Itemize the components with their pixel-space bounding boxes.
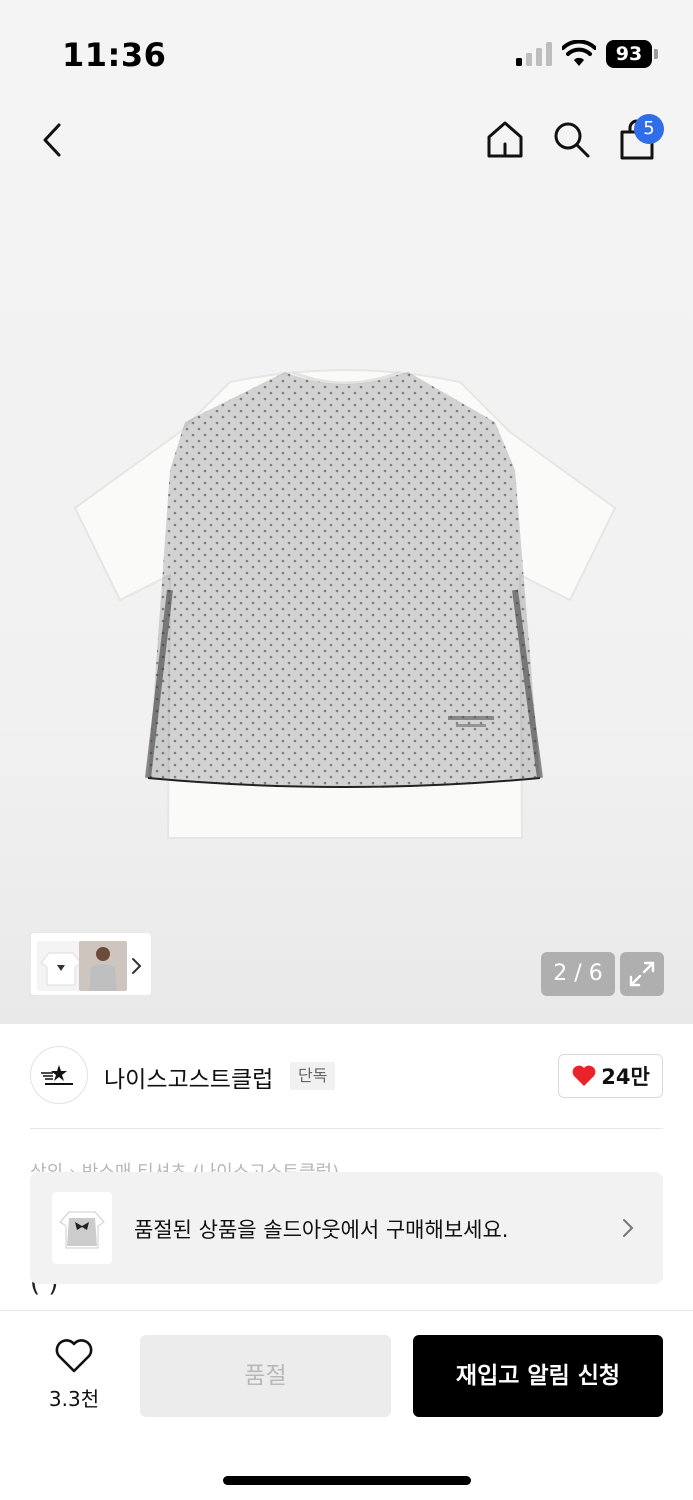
home-icon xyxy=(487,121,523,158)
wishlist-count: 3.3천 xyxy=(48,1387,100,1411)
heart-filled-icon xyxy=(572,1065,596,1086)
cart-count-badge: 5 xyxy=(634,114,664,144)
search-icon xyxy=(554,122,590,158)
brand-like-button[interactable]: 24만 xyxy=(558,1054,663,1098)
fullscreen-button[interactable] xyxy=(620,952,664,996)
brand-row[interactable]: 나이스고스트클럽 단독 24만 xyxy=(0,1024,693,1128)
thumbnail-1[interactable] xyxy=(37,941,85,991)
soldout-button: 품절 xyxy=(140,1335,391,1417)
signal-icon xyxy=(516,42,554,66)
chevron-right-icon[interactable] xyxy=(126,956,146,976)
divider xyxy=(30,1128,663,1129)
brand-logo[interactable] xyxy=(30,1046,88,1104)
banner-product-thumbnail xyxy=(52,1192,112,1264)
brand-logo-image xyxy=(41,1065,73,1085)
home-button[interactable] xyxy=(482,116,528,162)
battery-icon: 93 xyxy=(606,40,658,68)
brand-name[interactable]: 나이스고스트클럽 xyxy=(104,1060,273,1094)
thumbnail-2[interactable] xyxy=(79,941,127,991)
home-indicator[interactable] xyxy=(223,1476,471,1485)
search-button[interactable] xyxy=(548,116,594,162)
chevron-left-icon xyxy=(43,123,61,157)
wishlist-button[interactable]: 3.3천 xyxy=(38,1339,110,1411)
image-counter: 2 / 6 xyxy=(541,952,615,996)
expand-icon xyxy=(629,961,655,987)
bottom-action-bar: 3.3천 품절 재입고 알림 신청 xyxy=(0,1310,693,1500)
chevron-right-icon xyxy=(623,1219,634,1237)
status-time: 11:36 xyxy=(62,36,167,74)
brand-like-count: 24만 xyxy=(601,1065,650,1089)
restock-alert-button[interactable]: 재입고 알림 신청 xyxy=(413,1335,663,1417)
battery-level: 93 xyxy=(606,40,652,68)
heart-outline-icon xyxy=(55,1339,93,1373)
status-bar: 11:36 93 xyxy=(0,0,693,100)
back-button[interactable] xyxy=(30,118,74,162)
exclusive-badge: 단독 xyxy=(290,1062,336,1090)
banner-text: 품절된 상품을 솔드아웃에서 구매해보세요. xyxy=(134,1218,509,1242)
product-gallery[interactable]: 11:36 93 5 2 / 6 xyxy=(0,0,693,1024)
product-image[interactable] xyxy=(70,360,620,850)
soldout-promo-banner[interactable]: 품절된 상품을 솔드아웃에서 구매해보세요. xyxy=(30,1172,663,1284)
wifi-icon xyxy=(562,40,596,66)
